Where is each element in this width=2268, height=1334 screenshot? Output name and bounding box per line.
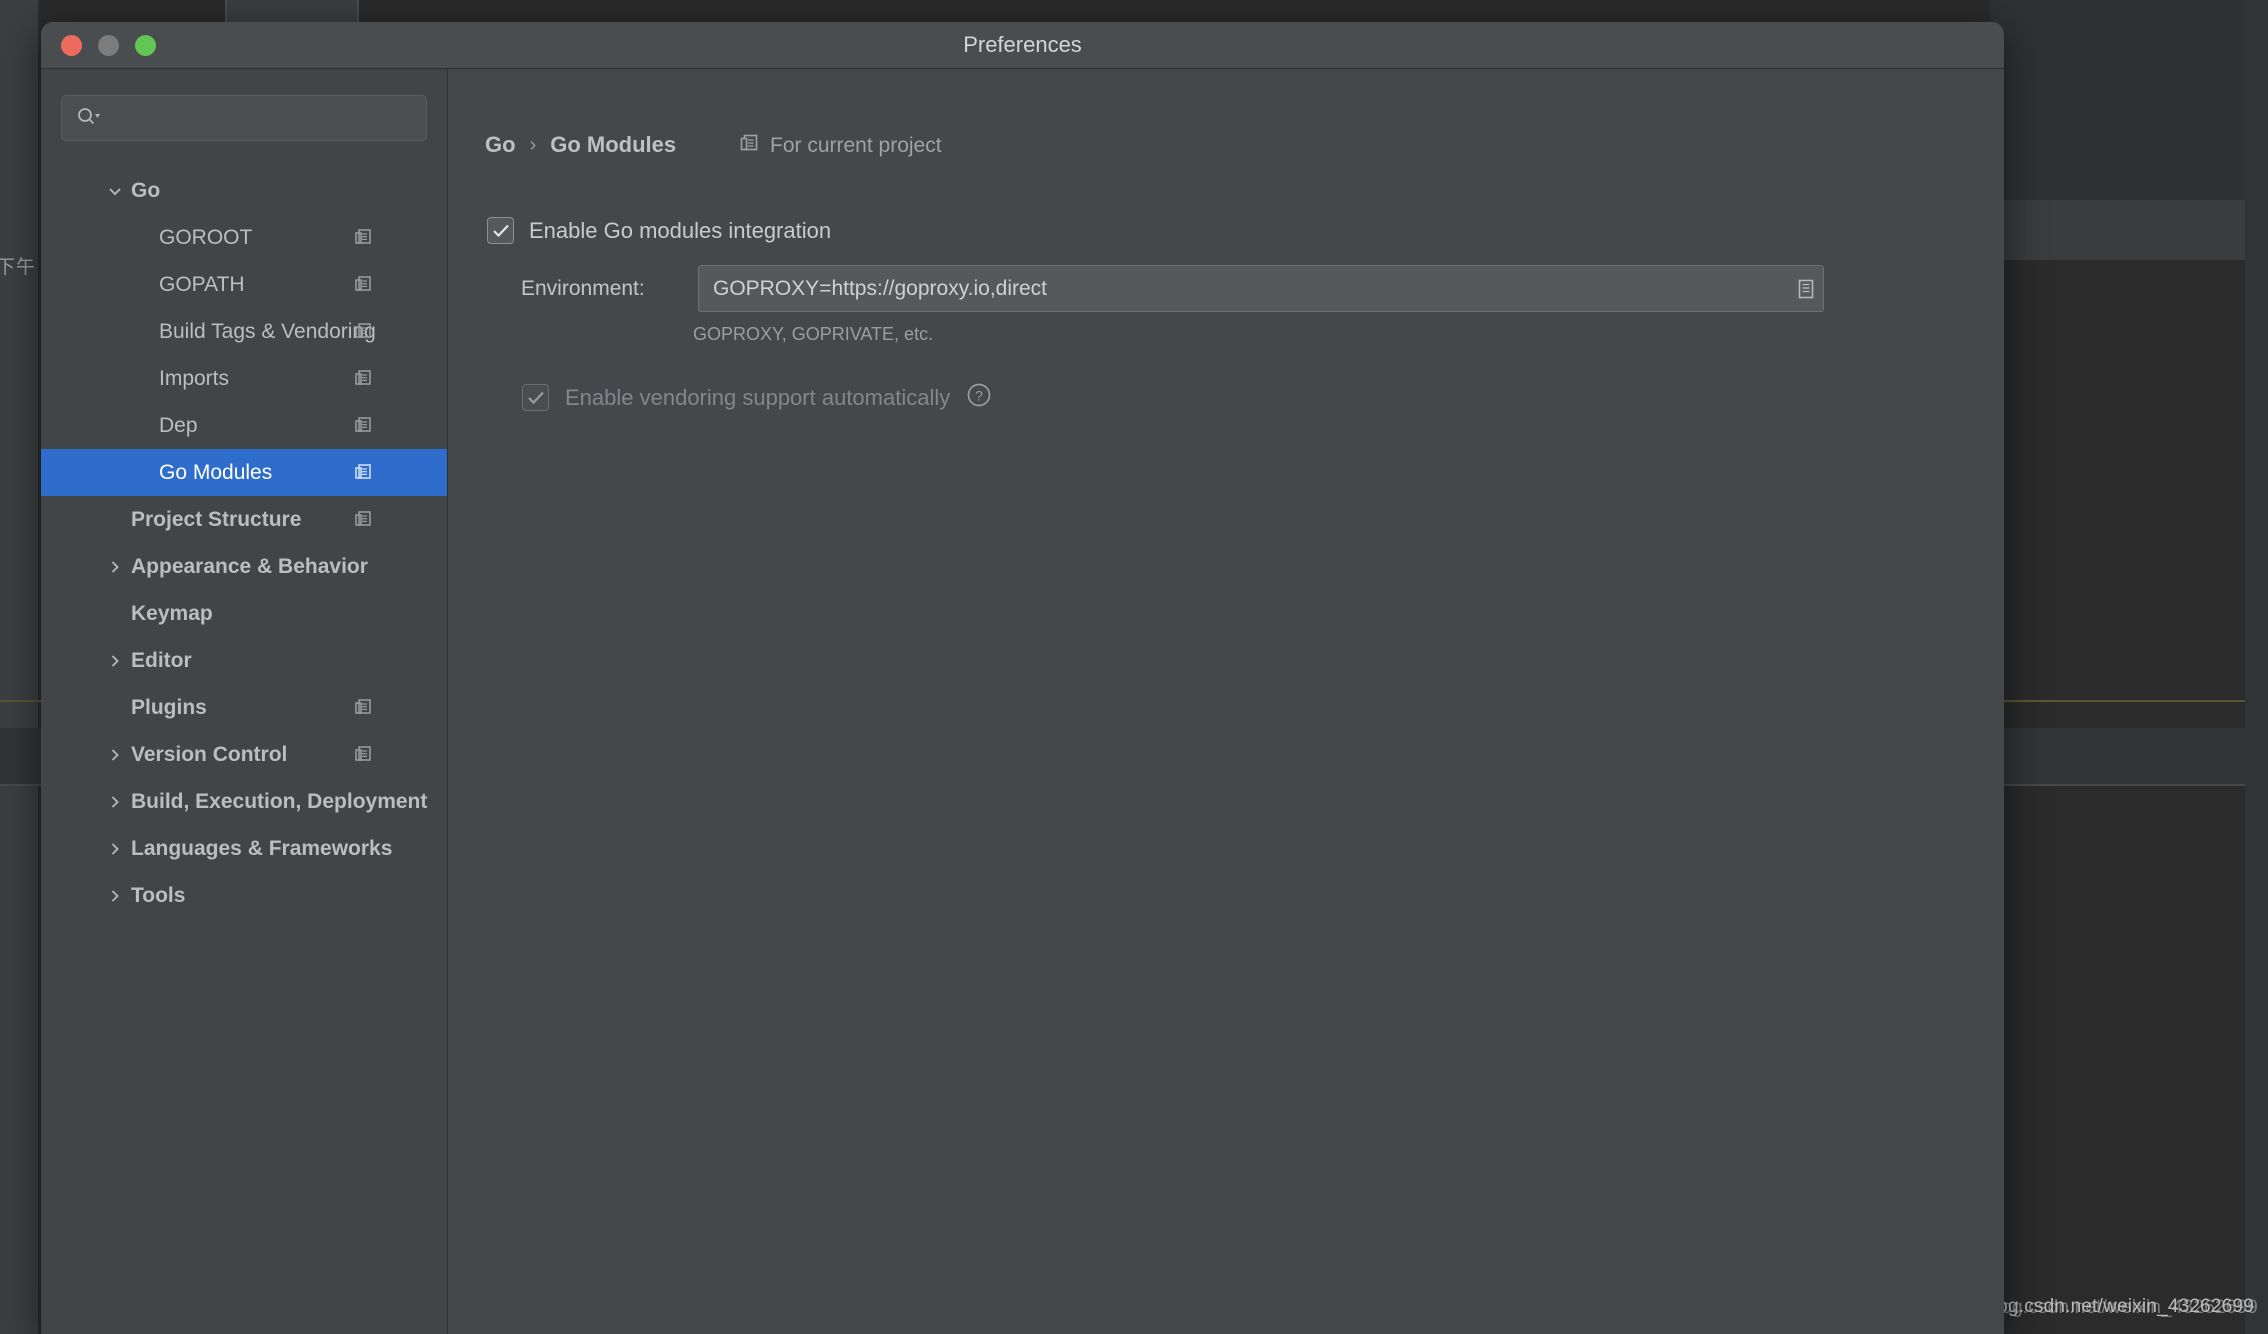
backdrop-time-label: 下午 (0, 252, 36, 279)
sidebar-item-gopath[interactable]: GOPATH (41, 261, 447, 308)
chevron-right-icon[interactable] (107, 559, 123, 575)
sidebar-item-label: GOPATH (159, 273, 245, 297)
scope-label: For current project (770, 134, 942, 158)
sidebar-item-goroot[interactable]: GOROOT (41, 214, 447, 261)
search-box[interactable] (61, 95, 427, 141)
scope-badge[interactable]: For current project (739, 133, 942, 159)
search-icon (76, 107, 100, 130)
breadcrumb-separator-icon: › (530, 134, 537, 157)
project-scope-icon (354, 416, 373, 435)
enable-go-modules-checkbox[interactable] (487, 217, 514, 244)
environment-field[interactable] (698, 265, 1824, 312)
search-container (41, 69, 447, 141)
enable-go-modules-row[interactable]: Enable Go modules integration (487, 217, 831, 244)
sidebar-item-label: Build Tags & Vendoring (159, 320, 376, 344)
sidebar-item-label: Editor (131, 649, 192, 673)
sidebar-item-tools[interactable]: Tools (41, 872, 447, 919)
sidebar-item-imports[interactable]: Imports (41, 355, 447, 402)
breadcrumb: Go › Go Modules (485, 132, 676, 158)
enable-go-modules-label: Enable Go modules integration (529, 218, 831, 244)
help-icon[interactable]: ? (966, 382, 992, 413)
breadcrumb-current: Go Modules (550, 132, 676, 158)
sidebar-item-dep[interactable]: Dep (41, 402, 447, 449)
sidebar-item-keymap[interactable]: Keymap (41, 590, 447, 637)
project-scope-icon (354, 698, 373, 717)
project-scope-icon (354, 228, 373, 247)
sidebar-item-label: Keymap (131, 602, 213, 626)
project-scope-icon (354, 510, 373, 529)
chevron-right-icon[interactable] (107, 841, 123, 857)
sidebar-item-build-tags-vendoring[interactable]: Build Tags & Vendoring (41, 308, 447, 355)
search-input[interactable] (100, 107, 426, 130)
backdrop-right-panel-top (1990, 0, 2268, 200)
sidebar-item-appearance-behavior[interactable]: Appearance & Behavior (41, 543, 447, 590)
backdrop-right-edge (2245, 0, 2268, 1334)
sidebar-item-label: Build, Execution, Deployment (131, 790, 427, 814)
breadcrumb-parent[interactable]: Go (485, 132, 516, 158)
window-title: Preferences (41, 22, 2004, 68)
sidebar-item-go-modules[interactable]: Go Modules (41, 449, 447, 496)
sidebar-item-version-control[interactable]: Version Control (41, 731, 447, 778)
preferences-window: Preferences GoGOROOTGOPATHBuild Tags & (41, 22, 2004, 1334)
environment-label: Environment: (521, 277, 698, 301)
window-titlebar: Preferences (41, 22, 2004, 69)
chevron-right-icon[interactable] (107, 747, 123, 763)
sidebar-item-editor[interactable]: Editor (41, 637, 447, 684)
window-body: Go GOROOT GOPATH Build Tags & Vendoring Impo… (41, 69, 2004, 1334)
sidebar-item-label: Dep (159, 414, 198, 438)
backdrop-right-panel (1990, 200, 2268, 260)
sidebar-item-languages-frameworks[interactable]: Languages & Frameworks (41, 825, 447, 872)
settings-tree: Go GOROOT GOPATH Build Tags & Vendoring Impo… (41, 167, 447, 919)
sidebar-item-label: Go (131, 179, 160, 203)
project-scope-icon (354, 463, 373, 482)
sidebar-item-label: GOROOT (159, 226, 252, 250)
environment-row: Environment: (521, 265, 1824, 312)
enable-vendoring-checkbox (522, 384, 549, 411)
sidebar-item-label: Tools (131, 884, 185, 908)
sidebar-item-build-execution-deployment[interactable]: Build, Execution, Deployment (41, 778, 447, 825)
sidebar-item-label: Project Structure (131, 508, 301, 532)
enable-vendoring-row: Enable vendoring support automatically ? (522, 382, 992, 413)
settings-main-panel: Go › Go Modules For current project (448, 69, 2004, 1334)
project-scope-icon (354, 369, 373, 388)
sidebar-item-label: Imports (159, 367, 229, 391)
settings-sidebar: Go GOROOT GOPATH Build Tags & Vendoring Impo… (41, 69, 448, 1334)
sidebar-item-label: Appearance & Behavior (131, 555, 368, 579)
environment-hint: GOPROXY, GOPRIVATE, etc. (693, 324, 933, 345)
sidebar-item-label: Go Modules (159, 461, 272, 485)
chevron-right-icon[interactable] (107, 888, 123, 904)
sidebar-item-project-structure[interactable]: Project Structure (41, 496, 447, 543)
svg-text:?: ? (975, 388, 983, 404)
project-scope-icon (354, 275, 373, 294)
backdrop-left-gutter (0, 0, 38, 1334)
project-scope-icon (354, 322, 373, 341)
sidebar-item-label: Languages & Frameworks (131, 837, 392, 861)
project-scope-icon (739, 133, 760, 159)
environment-input[interactable] (699, 277, 1789, 301)
chevron-down-icon[interactable] (107, 183, 123, 199)
sidebar-item-plugins[interactable]: Plugins (41, 684, 447, 731)
chevron-right-icon[interactable] (107, 794, 123, 810)
project-scope-icon (354, 745, 373, 764)
enable-vendoring-label: Enable vendoring support automatically (565, 385, 950, 411)
sidebar-item-label: Plugins (131, 696, 207, 720)
chevron-right-icon[interactable] (107, 653, 123, 669)
sidebar-item-label: Version Control (131, 743, 287, 767)
environment-editor-icon[interactable] (1789, 266, 1823, 311)
sidebar-item-go[interactable]: Go (41, 167, 447, 214)
